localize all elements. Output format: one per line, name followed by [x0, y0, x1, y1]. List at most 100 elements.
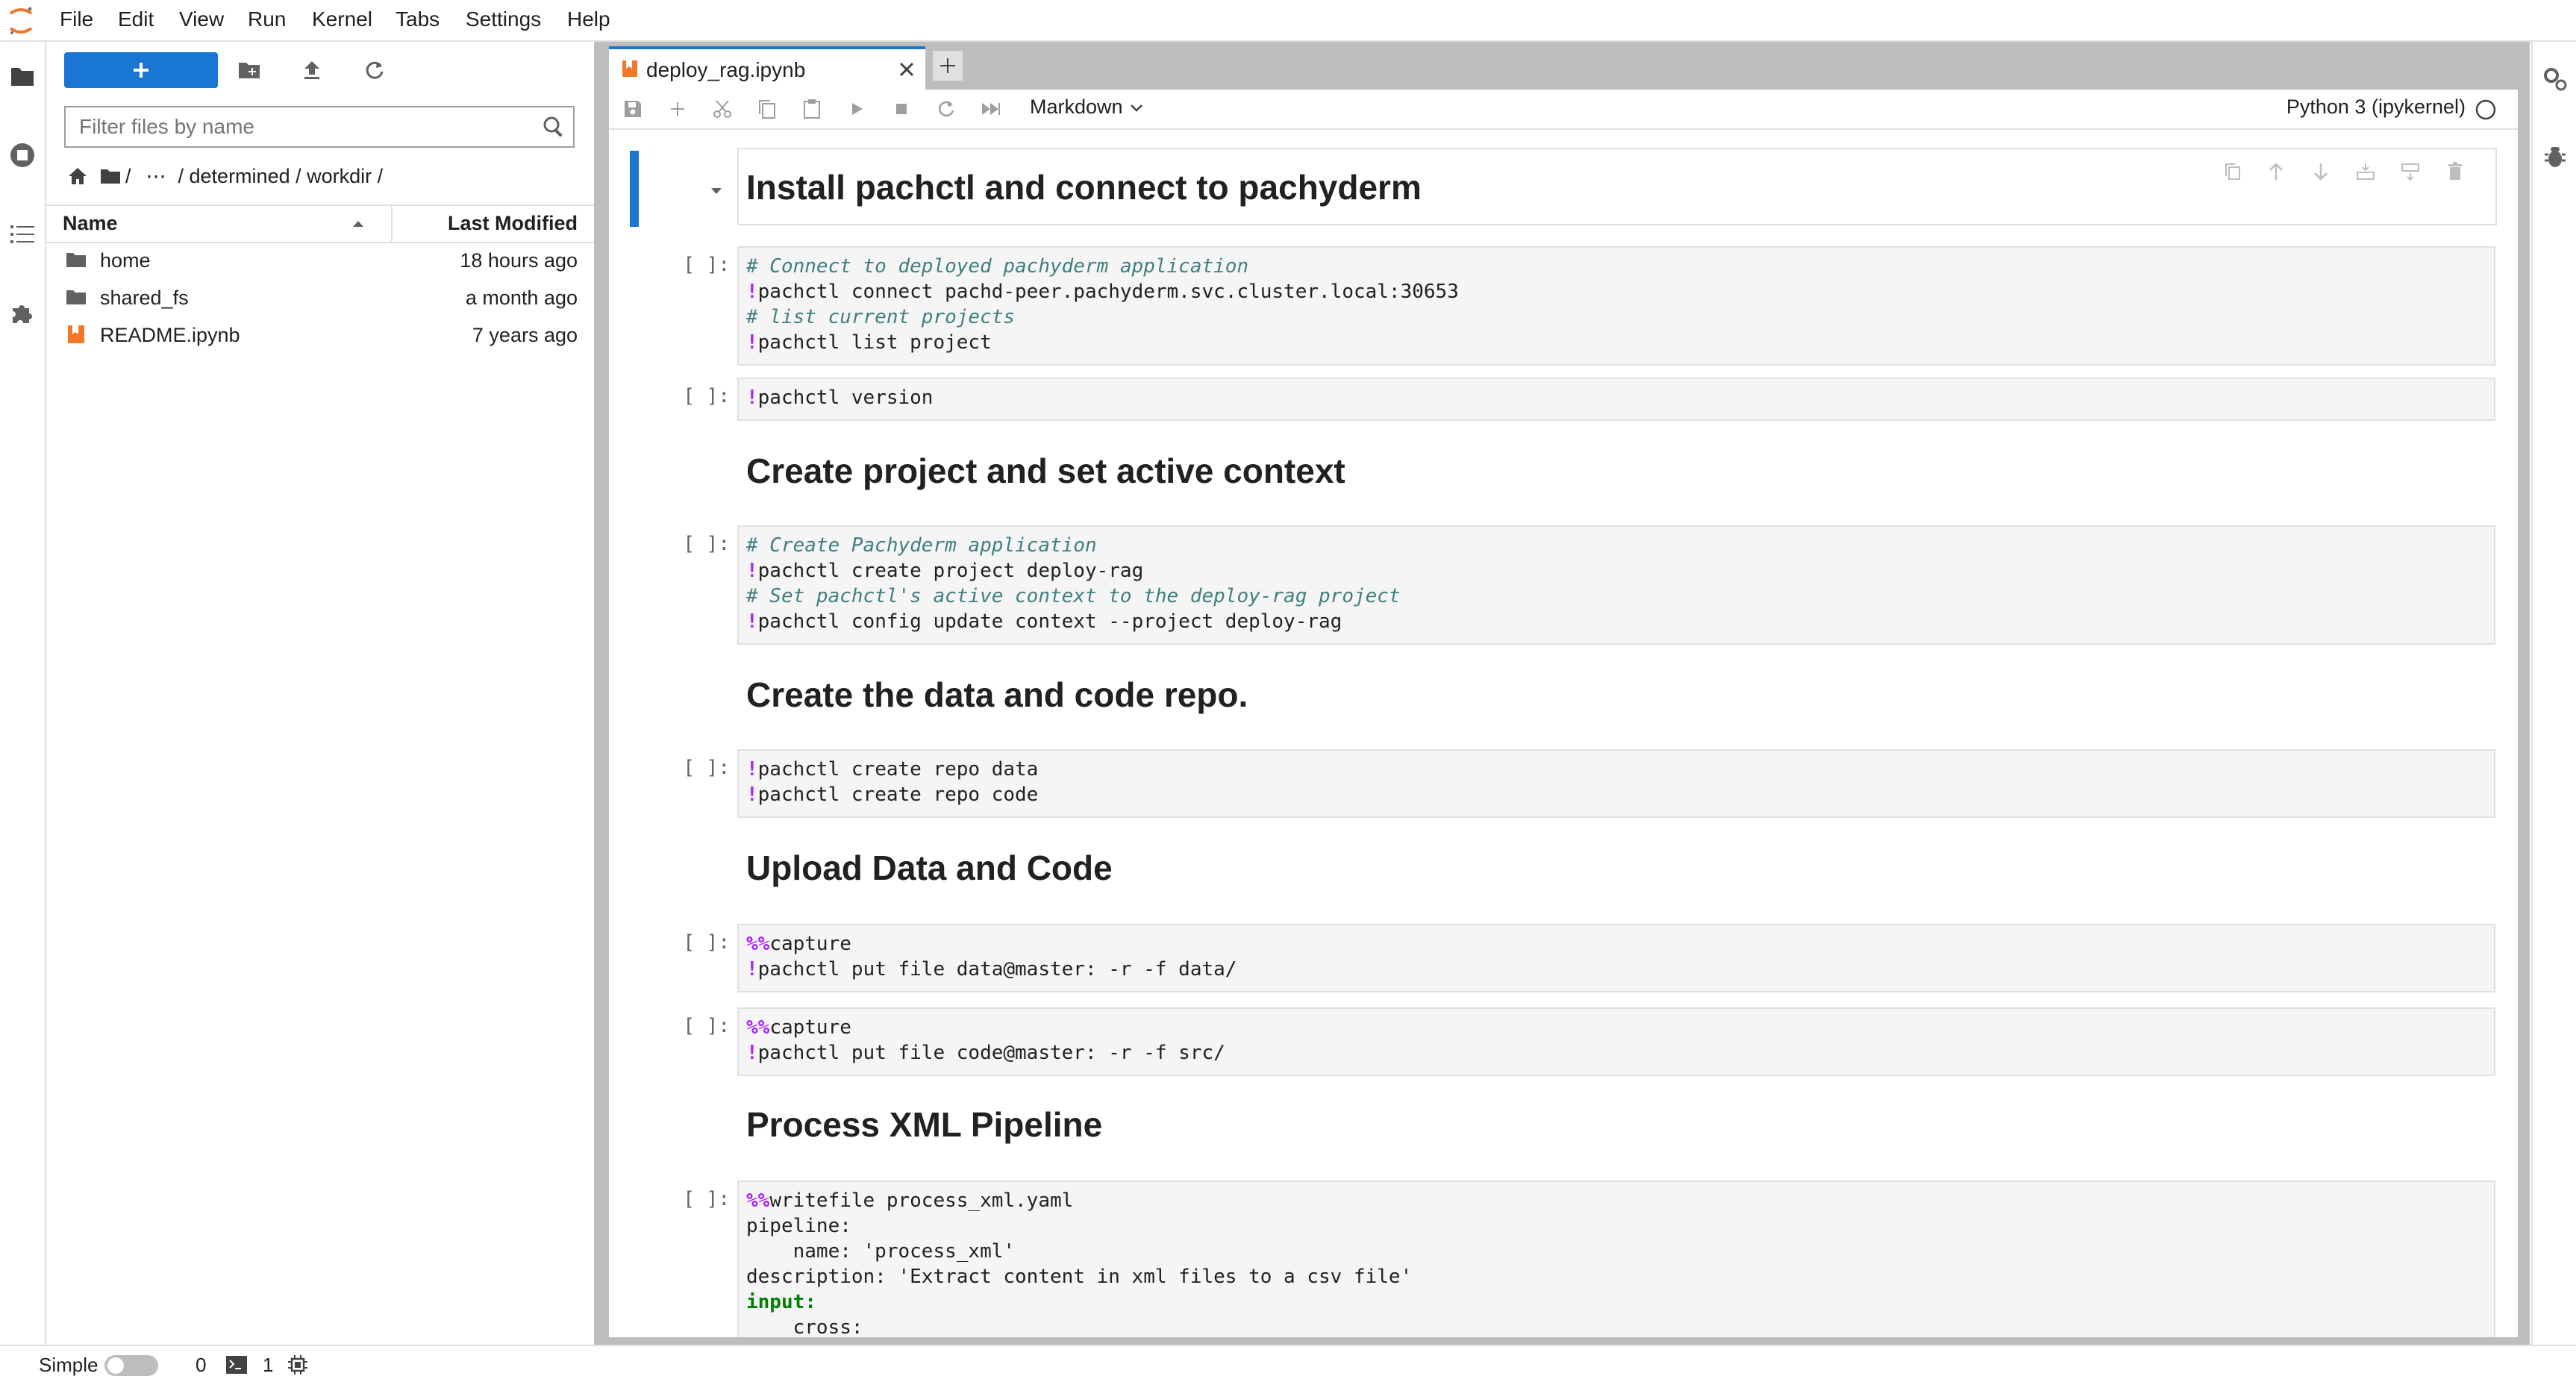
move-up-icon[interactable] [2264, 160, 2288, 184]
cut-icon[interactable] [710, 97, 734, 121]
markdown-heading: Process XML Pipeline [746, 1105, 1103, 1144]
tab-deploy-rag[interactable]: deploy_rag.ipynb [609, 46, 925, 90]
code-line: # Create Pachyderm application [746, 534, 1097, 557]
file-modified: 7 years ago [472, 324, 578, 346]
terminal-icon[interactable] [225, 1355, 248, 1375]
menu-file[interactable]: File [60, 7, 93, 31]
toggle-knob [107, 1357, 124, 1374]
file-list-header: Name Last Modified [46, 204, 594, 243]
code-editor[interactable]: %%capture !pachctl put file data@master:… [737, 924, 2495, 992]
code-editor[interactable]: %%capture !pachctl put file code@master:… [737, 1007, 2495, 1076]
breadcrumb-folder-icon[interactable] [100, 167, 121, 185]
chevron-down-icon [1131, 104, 1142, 112]
insert-cell-icon[interactable] [666, 97, 690, 121]
kernel-count[interactable]: 1 [263, 1354, 273, 1377]
code-editor[interactable]: !pachctl create repo data !pachctl creat… [737, 749, 2495, 818]
markdown-heading: Create the data and code repo. [746, 675, 1248, 714]
file-row-readme[interactable]: README.ipynb 7 years ago [46, 316, 594, 352]
active-cell-indicator[interactable] [630, 151, 639, 227]
notebook-scrollbar[interactable] [2518, 90, 2530, 1337]
menu-kernel[interactable]: Kernel [312, 7, 372, 31]
code-editor[interactable]: # Create Pachyderm application !pachctl … [737, 525, 2495, 645]
plus-icon [940, 58, 955, 73]
running-sessions-icon[interactable] [6, 139, 39, 172]
file-name: shared_fs [100, 287, 189, 309]
cell-prompt: [ ]: [683, 533, 730, 555]
file-browser-panel: / ⋯ / determined / workdir / Name Last M… [46, 42, 597, 1345]
insert-above-icon[interactable] [2354, 160, 2378, 184]
markdown-heading: Install pachctl and connect to pachyderm [746, 168, 1422, 207]
markdown-heading: Create project and set active context [746, 451, 1345, 490]
copy-icon[interactable] [755, 97, 779, 121]
code-editor[interactable]: %%writefile process_xml.yaml pipeline: n… [737, 1181, 2495, 1337]
menu-settings[interactable]: Settings [466, 7, 541, 31]
sort-ascending-icon [353, 221, 363, 227]
code-line: name: 'process_xml' [746, 1240, 1016, 1263]
code-editor[interactable]: !pachctl version [737, 378, 2495, 421]
file-filter-input[interactable] [66, 107, 542, 146]
new-launcher-button[interactable] [64, 52, 218, 88]
delete-cell-icon[interactable] [2443, 160, 2467, 184]
cell-type-select[interactable]: Markdown [1030, 96, 1123, 119]
extension-manager-icon[interactable] [6, 297, 39, 330]
menu-tabs[interactable]: Tabs [396, 7, 440, 31]
file-name: README.ipynb [100, 324, 240, 346]
move-down-icon[interactable] [2309, 160, 2333, 184]
menu-help[interactable]: Help [567, 7, 610, 31]
stop-icon[interactable] [890, 97, 913, 121]
code-line: writefile process_xml.yaml [769, 1189, 1074, 1212]
column-divider[interactable] [391, 206, 393, 242]
insert-below-icon[interactable] [2398, 160, 2422, 184]
menu-edit[interactable]: Edit [118, 7, 154, 31]
breadcrumb-root[interactable]: / [125, 165, 131, 188]
folder-icon [66, 290, 86, 304]
code-line: pachctl put file data@master: -r -f data… [757, 958, 1237, 981]
fast-forward-icon[interactable] [979, 97, 1003, 121]
code-line: pachctl version [757, 387, 934, 409]
property-inspector-icon[interactable] [2540, 64, 2570, 94]
jupyter-logo-icon [4, 4, 37, 37]
run-icon[interactable] [845, 97, 869, 121]
menu-view[interactable]: View [179, 7, 224, 31]
code-line: description: 'Extract content in xml fil… [746, 1266, 1413, 1288]
table-of-contents-icon[interactable] [6, 218, 39, 251]
new-folder-icon[interactable] [236, 57, 263, 84]
folder-icon [66, 253, 86, 267]
simple-mode-toggle[interactable] [104, 1355, 158, 1376]
breadcrumb-ellipsis[interactable]: ⋯ [146, 165, 166, 188]
code-editor[interactable]: # Connect to deployed pachyderm applicat… [737, 246, 2495, 366]
cell-prompt: [ ]: [683, 757, 730, 779]
markdown-heading: Upload Data and Code [746, 848, 1113, 887]
refresh-icon[interactable] [361, 57, 388, 84]
close-icon[interactable] [895, 58, 918, 81]
folder-icon[interactable] [6, 60, 39, 93]
kernel-name[interactable]: Python 3 (ipykernel) [2286, 96, 2466, 119]
tab-title: deploy_rag.ipynb [646, 58, 806, 81]
file-row-shared-fs[interactable]: shared_fs a month ago [46, 279, 594, 315]
column-last-modified-header[interactable]: Last Modified [448, 212, 578, 235]
cell-prompt: [ ]: [683, 385, 730, 407]
upload-icon[interactable] [298, 57, 325, 84]
breadcrumb-path[interactable]: / determined / workdir / [178, 165, 384, 188]
kernel-chip-icon[interactable] [287, 1354, 309, 1376]
restart-icon[interactable] [934, 97, 958, 121]
simple-mode-label: Simple [39, 1354, 99, 1376]
terminal-count[interactable]: 0 [196, 1354, 206, 1377]
code-line: pachctl put file code@master: -r -f src/ [757, 1042, 1225, 1064]
menu-run[interactable]: Run [248, 7, 286, 31]
column-name-header[interactable]: Name [63, 212, 118, 235]
debugger-icon[interactable] [2540, 142, 2570, 172]
home-icon[interactable] [67, 166, 88, 186]
code-line: # Connect to deployed pachyderm applicat… [746, 255, 1249, 278]
paste-icon[interactable] [800, 97, 824, 121]
file-row-home[interactable]: home 18 hours ago [46, 242, 594, 278]
code-line: pipeline: [746, 1215, 851, 1237]
file-filter-field [64, 106, 575, 148]
file-name: home [100, 249, 151, 272]
code-line: pachctl config update context --project … [757, 610, 1342, 633]
cell-prompt: [ ]: [683, 254, 730, 276]
duplicate-cell-icon[interactable] [2221, 160, 2245, 184]
save-icon[interactable] [621, 97, 645, 121]
new-tab-button[interactable] [933, 51, 963, 81]
collapse-heading-icon[interactable] [707, 182, 725, 200]
